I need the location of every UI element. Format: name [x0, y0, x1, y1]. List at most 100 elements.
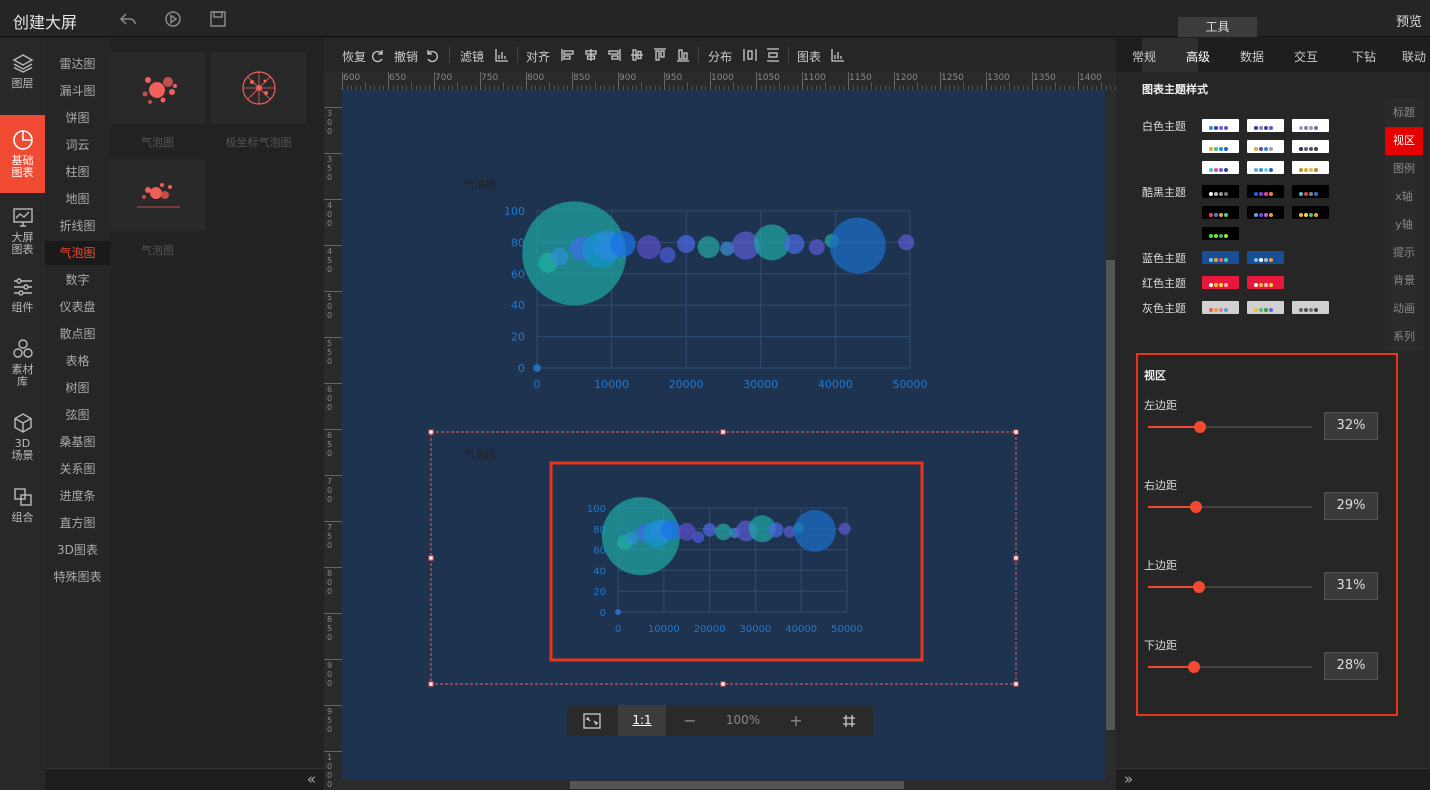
theme-swatch[interactable]	[1292, 185, 1329, 198]
category-item[interactable]: 仪表盘	[45, 295, 110, 319]
align-bottom-icon[interactable]	[675, 47, 691, 63]
category-item[interactable]: 进度条	[45, 484, 110, 508]
sidenav-item[interactable]: 背景	[1385, 267, 1423, 295]
thumb-bubble-2[interactable]	[110, 159, 205, 231]
back-icon[interactable]	[119, 10, 137, 28]
sidenav-item[interactable]: 动画	[1385, 295, 1423, 323]
category-item[interactable]: 饼图	[45, 106, 110, 130]
theme-swatch[interactable]	[1292, 206, 1329, 219]
category-item[interactable]: 柱图	[45, 160, 110, 184]
sidenav-item[interactable]: 标题	[1385, 99, 1423, 127]
slider-value[interactable]: 28%	[1324, 652, 1378, 680]
category-item[interactable]: 树图	[45, 376, 110, 400]
resize-handle[interactable]	[428, 555, 434, 561]
horizontal-scroll-thumb[interactable]	[570, 781, 904, 789]
align-left-icon[interactable]	[560, 47, 576, 63]
theme-swatch[interactable]	[1202, 185, 1239, 198]
play-icon[interactable]	[164, 10, 182, 28]
slider-knob[interactable]	[1187, 661, 1200, 673]
category-item[interactable]: 地图	[45, 187, 110, 211]
margin-slider[interactable]	[1148, 661, 1312, 673]
horizontal-scrollbar[interactable]	[342, 780, 1116, 790]
bubble-point[interactable]	[550, 247, 569, 266]
nav-basic-charts[interactable]: 基础 图表	[0, 115, 45, 193]
vertical-scrollbar[interactable]	[1105, 90, 1116, 780]
margin-slider[interactable]	[1148, 501, 1312, 513]
resize-handle[interactable]	[720, 429, 726, 435]
bubble-point[interactable]	[793, 509, 836, 552]
bubble-point[interactable]	[898, 234, 915, 251]
slider-value[interactable]: 29%	[1324, 492, 1378, 520]
theme-swatch[interactable]	[1247, 185, 1284, 198]
category-item[interactable]: 桑基图	[45, 430, 110, 454]
bubble-point[interactable]	[784, 233, 805, 254]
category-item[interactable]: 关系图	[45, 457, 110, 481]
collapse-right-icon[interactable]: »	[1124, 770, 1133, 788]
bubble-chart[interactable]: 气泡图0204060801000 10000 20000 30000 40000 5000…	[464, 447, 863, 635]
resize-handle[interactable]	[720, 681, 726, 687]
sidenav-item[interactable]: y轴	[1385, 211, 1423, 239]
category-item[interactable]: 词云	[45, 133, 110, 157]
bubble-point[interactable]	[692, 531, 705, 544]
align-center-icon[interactable]	[583, 47, 599, 63]
bubble-point[interactable]	[609, 230, 636, 257]
tab-3[interactable]: 交互	[1294, 48, 1318, 65]
align-button[interactable]: 对齐	[526, 48, 550, 65]
theme-swatch[interactable]	[1202, 119, 1239, 132]
tab-1[interactable]: 高级	[1186, 48, 1210, 65]
tab-2[interactable]: 数据	[1240, 48, 1264, 65]
redo-icon[interactable]	[370, 47, 386, 63]
bubble-point[interactable]	[624, 531, 639, 545]
slider-value[interactable]: 31%	[1324, 572, 1378, 600]
theme-swatch[interactable]	[1202, 206, 1239, 219]
category-item[interactable]: 数字	[45, 268, 110, 292]
align-vcenter-icon[interactable]	[629, 47, 645, 63]
category-item[interactable]: 漏斗图	[45, 79, 110, 103]
grid-toggle-button[interactable]	[825, 705, 873, 736]
sidenav-item[interactable]: 图例	[1385, 155, 1423, 183]
nav-3d-scene[interactable]: 3D 场景	[0, 412, 45, 468]
undo-icon[interactable]	[424, 47, 440, 63]
theme-swatch[interactable]	[1292, 140, 1329, 153]
bubble-point[interactable]	[715, 523, 732, 541]
zoom-out-button[interactable]: −	[667, 705, 713, 736]
preview-button[interactable]: 预览	[1396, 11, 1422, 30]
align-right-icon[interactable]	[606, 47, 622, 63]
category-item[interactable]: 3D图表	[45, 538, 110, 562]
theme-swatch[interactable]	[1202, 251, 1239, 264]
filter-chart-icon[interactable]	[494, 47, 510, 63]
margin-slider[interactable]	[1148, 421, 1312, 433]
bubble-point[interactable]	[659, 246, 676, 263]
tab-5[interactable]: 联动	[1402, 48, 1426, 65]
bubble-point[interactable]	[702, 523, 717, 537]
theme-swatch[interactable]	[1202, 301, 1239, 314]
resize-handle[interactable]	[1013, 429, 1019, 435]
design-canvas[interactable]: 气泡图 0 20 40 60 80 100 0 10000 20000 30000 40000 5000…	[342, 90, 1105, 780]
bubble-point[interactable]	[660, 520, 681, 540]
theme-swatch[interactable]	[1247, 206, 1284, 219]
theme-swatch[interactable]	[1202, 227, 1239, 240]
theme-swatch[interactable]	[1247, 301, 1284, 314]
vertical-scroll-thumb[interactable]	[1106, 260, 1115, 730]
align-top-icon[interactable]	[652, 47, 668, 63]
category-item[interactable]: 特殊图表	[45, 565, 110, 589]
sidenav-item[interactable]: 视区	[1385, 127, 1423, 155]
bubble-point[interactable]	[615, 609, 621, 615]
distribute-h-icon[interactable]	[742, 47, 758, 63]
sidenav-item[interactable]: 系列	[1385, 323, 1423, 351]
theme-swatch[interactable]	[1247, 251, 1284, 264]
thumb-bubble[interactable]	[110, 52, 205, 124]
bubble-point[interactable]	[838, 522, 851, 535]
chart-icon[interactable]	[830, 47, 846, 63]
ratio-1-1-button[interactable]: 1:1	[618, 705, 666, 736]
nav-components[interactable]: 组件	[0, 276, 45, 320]
margin-slider[interactable]	[1148, 581, 1312, 593]
slider-value[interactable]: 32%	[1324, 412, 1378, 440]
bubble-point[interactable]	[808, 239, 825, 256]
tab-0[interactable]: 常规	[1132, 48, 1156, 65]
resize-handle[interactable]	[1013, 555, 1019, 561]
nav-materials[interactable]: 素材 库	[0, 338, 45, 394]
category-item[interactable]: 散点图	[45, 322, 110, 346]
resize-handle[interactable]	[1013, 681, 1019, 687]
save-icon[interactable]	[209, 10, 227, 28]
